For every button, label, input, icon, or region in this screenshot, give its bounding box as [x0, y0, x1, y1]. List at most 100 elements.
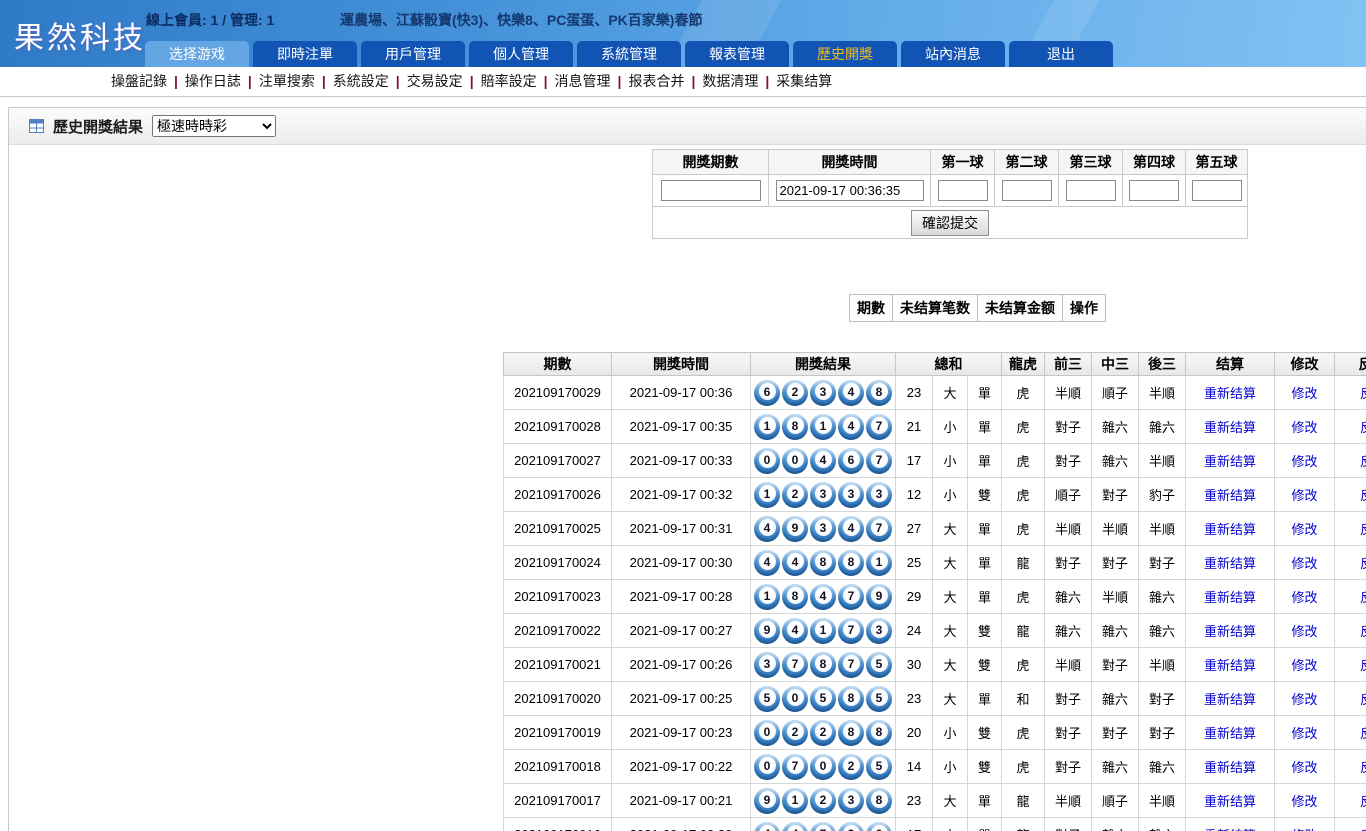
- submenu-item-注單搜索[interactable]: 注單搜索: [259, 73, 315, 89]
- ball1-input[interactable]: [938, 180, 988, 201]
- resettle-link[interactable]: 重新结算: [1204, 624, 1256, 639]
- resettle-link[interactable]: 重新结算: [1204, 386, 1256, 401]
- lottery-ball: 5: [754, 686, 780, 712]
- modify-link[interactable]: 修改: [1291, 760, 1317, 775]
- lottery-balls: 62348: [751, 380, 895, 406]
- submenu-item-交易設定[interactable]: 交易設定: [407, 73, 463, 89]
- lottery-ball: 4: [838, 414, 864, 440]
- submenu-item-消息管理[interactable]: 消息管理: [555, 73, 611, 89]
- reverse-settle-cell: 反结算: [1335, 818, 1366, 831]
- entry-ball5-cell: [1186, 175, 1248, 207]
- mid3-cell: 半順: [1092, 512, 1139, 546]
- ball2-input[interactable]: [1002, 180, 1052, 201]
- submenu-item-数据清理[interactable]: 数据清理: [702, 73, 758, 89]
- draw-time-input[interactable]: [776, 180, 924, 201]
- resettle-link[interactable]: 重新结算: [1204, 760, 1256, 775]
- modify-link[interactable]: 修改: [1291, 488, 1317, 503]
- resettle-link[interactable]: 重新结算: [1204, 726, 1256, 741]
- reverse-settle-link[interactable]: 反结算: [1360, 692, 1366, 707]
- submenu-item-操盤記錄[interactable]: 操盤記錄: [111, 73, 167, 89]
- big-small-cell: 小: [933, 444, 968, 478]
- resettle-link[interactable]: 重新结算: [1204, 692, 1256, 707]
- reverse-settle-link[interactable]: 反结算: [1360, 726, 1366, 741]
- resettle-link[interactable]: 重新结算: [1204, 522, 1256, 537]
- reverse-settle-link[interactable]: 反结算: [1360, 624, 1366, 639]
- reverse-settle-link[interactable]: 反结算: [1360, 556, 1366, 571]
- reverse-settle-link[interactable]: 反结算: [1360, 488, 1366, 503]
- modify-link[interactable]: 修改: [1291, 794, 1317, 809]
- submenu-item-系統設定[interactable]: 系統設定: [333, 73, 389, 89]
- draw-time-cell: 2021-09-17 00:20: [612, 818, 751, 831]
- resettle-link[interactable]: 重新结算: [1204, 454, 1256, 469]
- sum-cell: 17: [896, 818, 933, 831]
- modify-link[interactable]: 修改: [1291, 454, 1317, 469]
- resettle-link[interactable]: 重新结算: [1204, 794, 1256, 809]
- reverse-settle-link[interactable]: 反结算: [1360, 590, 1366, 605]
- resettle-link[interactable]: 重新结算: [1204, 590, 1256, 605]
- tab-個人管理[interactable]: 個人管理: [469, 41, 573, 67]
- submenu-item-操作日誌[interactable]: 操作日誌: [185, 73, 241, 89]
- ball3-input[interactable]: [1066, 180, 1116, 201]
- tab-站內消息[interactable]: 站內消息: [901, 41, 1005, 67]
- modify-link[interactable]: 修改: [1291, 692, 1317, 707]
- reverse-settle-link[interactable]: 反结算: [1360, 760, 1366, 775]
- tab-退出[interactable]: 退出: [1009, 41, 1113, 67]
- odd-even-cell: 單: [968, 784, 1002, 818]
- resettle-link[interactable]: 重新结算: [1204, 488, 1256, 503]
- modify-link[interactable]: 修改: [1291, 386, 1317, 401]
- reverse-settle-link[interactable]: 反结算: [1360, 794, 1366, 809]
- tab-報表管理[interactable]: 報表管理: [685, 41, 789, 67]
- modify-link[interactable]: 修改: [1291, 590, 1317, 605]
- lottery-ball: 2: [782, 482, 808, 508]
- game-select[interactable]: 極速時時彩: [152, 115, 276, 137]
- ball4-input[interactable]: [1129, 180, 1179, 201]
- unsettled-summary-table: 期數未结算笔数未结算金额操作: [849, 294, 1106, 322]
- lottery-ball: 1: [810, 414, 836, 440]
- modify-link[interactable]: 修改: [1291, 658, 1317, 673]
- ball5-input[interactable]: [1192, 180, 1242, 201]
- period-input[interactable]: [661, 180, 761, 201]
- submenu-item-采集结算[interactable]: 采集结算: [776, 73, 832, 89]
- tab-选择游戏[interactable]: 选择游戏: [145, 41, 249, 67]
- mid3-cell: 順子: [1092, 376, 1139, 410]
- confirm-submit-button[interactable]: 確認提交: [911, 210, 989, 236]
- lottery-ball: 7: [782, 754, 808, 780]
- modify-link[interactable]: 修改: [1291, 624, 1317, 639]
- draw-time-cell: 2021-09-17 00:28: [612, 580, 751, 614]
- modify-link[interactable]: 修改: [1291, 556, 1317, 571]
- reverse-settle-cell: 反结算: [1335, 648, 1366, 682]
- lottery-ball: 8: [838, 686, 864, 712]
- reverse-settle-link[interactable]: 反结算: [1360, 420, 1366, 435]
- tab-歷史開獎[interactable]: 歷史開獎: [793, 41, 897, 67]
- reverse-settle-link[interactable]: 反结算: [1360, 658, 1366, 673]
- period-cell: 202109170027: [504, 444, 612, 478]
- submenu-separator: |: [174, 73, 178, 89]
- reverse-settle-cell: 反结算: [1335, 614, 1366, 648]
- tab-即時注單[interactable]: 即時注單: [253, 41, 357, 67]
- modify-link[interactable]: 修改: [1291, 420, 1317, 435]
- lottery-ball: 2: [782, 380, 808, 406]
- reverse-settle-cell: 反结算: [1335, 444, 1366, 478]
- mid3-cell: 對子: [1092, 478, 1139, 512]
- reverse-settle-link[interactable]: 反结算: [1360, 386, 1366, 401]
- lottery-ball: 1: [754, 482, 780, 508]
- reverse-settle-link[interactable]: 反结算: [1360, 454, 1366, 469]
- reverse-settle-link[interactable]: 反结算: [1360, 522, 1366, 537]
- submenu-item-賠率設定[interactable]: 賠率設定: [481, 73, 537, 89]
- resettle-cell: 重新结算: [1186, 614, 1275, 648]
- tab-系統管理[interactable]: 系統管理: [577, 41, 681, 67]
- submenu-item-报表合并[interactable]: 报表合并: [628, 73, 684, 89]
- draw-result-cell: 91238: [751, 784, 896, 818]
- lottery-ball: 0: [782, 448, 808, 474]
- draw-result-cell: 44881: [751, 546, 896, 580]
- tab-用戶管理[interactable]: 用戶管理: [361, 41, 465, 67]
- resettle-link[interactable]: 重新结算: [1204, 420, 1256, 435]
- period-cell: 202109170025: [504, 512, 612, 546]
- resettle-link[interactable]: 重新结算: [1204, 556, 1256, 571]
- entry-ball3-cell: [1059, 175, 1123, 207]
- col-reverse: 反结算: [1335, 353, 1366, 376]
- resettle-link[interactable]: 重新结算: [1204, 658, 1256, 673]
- modify-link[interactable]: 修改: [1291, 522, 1317, 537]
- lottery-ball: 1: [810, 618, 836, 644]
- modify-link[interactable]: 修改: [1291, 726, 1317, 741]
